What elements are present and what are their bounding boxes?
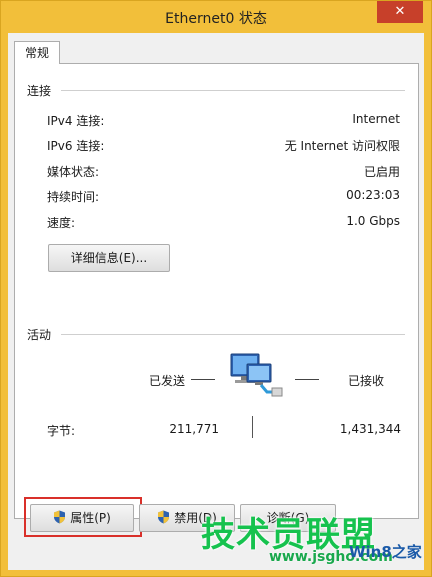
- uac-shield-icon: [53, 507, 66, 524]
- bytes-sent-value: 211,771: [169, 422, 219, 436]
- window-title: Ethernet0 状态: [165, 11, 267, 27]
- ipv4-label: IPv4 连接:: [47, 114, 105, 128]
- media-state-value: 已启用: [363, 165, 400, 179]
- ipv6-value: 无 Internet 访问权限: [284, 139, 400, 153]
- activity-group-divider: [61, 334, 405, 335]
- tab-general[interactable]: 常规: [14, 41, 60, 64]
- duration-value: 00:23:03: [346, 188, 400, 202]
- bytes-received-value: 1,431,344: [339, 422, 401, 436]
- details-button[interactable]: 详细信息(E)...: [48, 244, 170, 272]
- speed-label: 速度:: [47, 216, 76, 230]
- close-icon: ✕: [394, 4, 406, 19]
- uac-shield-icon: [157, 507, 170, 524]
- speed-value: 1.0 Gbps: [346, 214, 400, 228]
- bytes-divider: [252, 416, 253, 438]
- dialog-client-area: 常规 连接 IPv4 连接: Internet IPv6 连接: 无 Inter…: [8, 33, 424, 570]
- activity-group-label: 活动: [27, 328, 52, 342]
- sent-label: 已发送: [149, 374, 186, 388]
- ipv4-value: Internet: [352, 112, 400, 126]
- close-button[interactable]: ✕: [377, 1, 423, 23]
- duration-label: 持续时间:: [47, 190, 100, 204]
- connection-group-divider: [61, 90, 405, 91]
- sent-dash: [191, 379, 215, 380]
- ipv6-label: IPv6 连接:: [47, 139, 105, 153]
- received-label: 已接收: [348, 374, 385, 388]
- bytes-label: 字节:: [47, 424, 76, 438]
- properties-button[interactable]: 属性(P): [30, 504, 134, 532]
- network-computers-icon: [227, 352, 285, 400]
- title-bar[interactable]: Ethernet0 状态 ✕: [1, 1, 431, 33]
- connection-group-label: 连接: [27, 84, 52, 98]
- status-dialog: Ethernet0 状态 ✕ 常规 连接 IPv4 连接: Internet I…: [0, 0, 432, 577]
- properties-button-label: 属性(P): [70, 511, 111, 525]
- general-panel: 连接 IPv4 连接: Internet IPv6 连接: 无 Internet…: [14, 63, 419, 537]
- received-dash: [295, 379, 319, 380]
- media-state-label: 媒体状态:: [47, 165, 100, 179]
- watermark-logo-text: Win8之家: [349, 543, 422, 561]
